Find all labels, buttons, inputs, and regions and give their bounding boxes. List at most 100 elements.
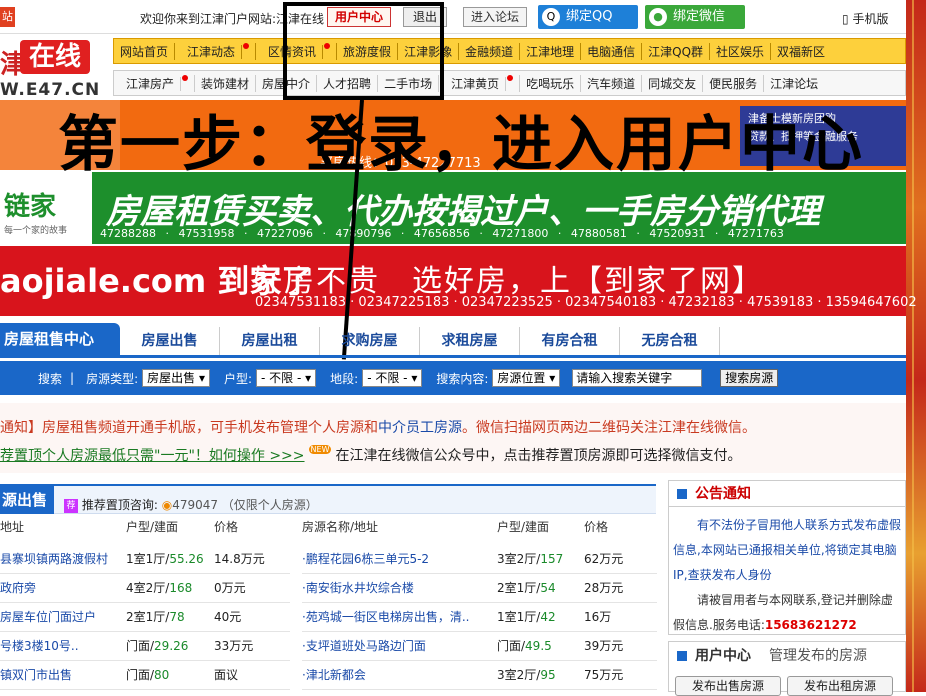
mobile-version-link[interactable]: ▯ 手机版 bbox=[842, 10, 888, 27]
type-select[interactable]: 房屋出售 ▾ bbox=[142, 369, 210, 387]
user-center-title: 用户中心 bbox=[695, 648, 751, 664]
banner-title: 房屋租赁买卖、代办按揭过户、一手房分销代理 bbox=[106, 192, 820, 232]
tip-qq[interactable]: 479047 （仅限个人房源） bbox=[172, 498, 318, 512]
nav-item[interactable]: 江津地理 bbox=[520, 42, 582, 60]
room-area: 78 bbox=[169, 610, 185, 624]
type-label: 房源类型: bbox=[86, 371, 139, 386]
listing-name[interactable]: ·鹏程花园6栋三单元5-2 bbox=[302, 545, 429, 574]
listing-name[interactable]: 房屋车位门面过户 bbox=[0, 603, 96, 632]
nav-item[interactable]: 江津房产 bbox=[114, 74, 196, 92]
notice-panel: 公告通知 有不法份子冒用他人联系方式发布虚假信息,本网站已通报相关单位,将锁定其… bbox=[668, 480, 906, 635]
listing-name[interactable]: ·津北新都会 bbox=[302, 661, 366, 690]
bind-wechat-button[interactable]: ● 绑定微信 bbox=[645, 5, 745, 29]
notice-text: 通知】房屋租售频道开通手机版，可手机发布管理个人房源和 bbox=[0, 420, 378, 436]
tab-want-buy[interactable]: 求购房屋 bbox=[320, 327, 420, 355]
huxing-select[interactable]: - 不限 - ▾ bbox=[256, 369, 317, 387]
nav-item[interactable]: 电脑通信 bbox=[581, 42, 643, 60]
notice-tel: 15683621272 bbox=[764, 618, 857, 632]
keyword-input[interactable]: 请输入搜索关键字 bbox=[572, 369, 703, 387]
tab-share-none[interactable]: 无房合租 bbox=[620, 327, 720, 355]
tab-sale[interactable]: 房屋出售 bbox=[120, 327, 220, 355]
nav-item[interactable]: 双福新区 bbox=[771, 43, 831, 60]
listing-price: 40元 bbox=[214, 610, 242, 624]
listing-name[interactable]: 政府旁 bbox=[0, 574, 36, 603]
divider: | bbox=[70, 371, 75, 385]
room-area: 55.26 bbox=[169, 552, 204, 566]
nav-item[interactable]: 汽车频道 bbox=[581, 74, 643, 92]
top-bar: 站 欢迎你来到江津门户网站:江津在线 用户中心 退出 进入论坛 Q 绑定QQ ● 绑… bbox=[0, 0, 906, 34]
col-header-room: 户型/建面 bbox=[126, 520, 179, 534]
search-button[interactable]: 搜索房源 bbox=[720, 369, 779, 387]
enter-forum-button[interactable]: 进入论坛 bbox=[463, 7, 527, 27]
listing-header: 源出售 荐 推荐置顶咨询: ◉479047 （仅限个人房源） bbox=[0, 484, 656, 514]
notice-area: 通知】房屋租售频道开通手机版，可手机发布管理个人房源和中介员工房源。微信扫描网页… bbox=[0, 403, 906, 473]
listing-room: 门面/29.26 bbox=[126, 632, 188, 661]
lianjia-logo-sub: 每一个家的故事 bbox=[4, 226, 68, 236]
listing-name[interactable]: ·苑鸡城一街区电梯房出售，清.. bbox=[302, 603, 469, 632]
notice-text1[interactable]: 有不法份子冒用他人联系方式发布虚假信息,本网站已通报相关单位,将锁定其电脑IP,… bbox=[673, 513, 901, 588]
district-select[interactable]: - 不限 - ▾ bbox=[362, 369, 423, 387]
nav-item[interactable]: 社区娱乐 bbox=[710, 42, 772, 60]
listing-price: 0万元 bbox=[214, 581, 246, 595]
notice-text: 。微信扫描网页两边二维码关注江津在线微信。 bbox=[462, 420, 756, 436]
nav-item[interactable]: 江津黄页 bbox=[439, 74, 521, 92]
listing-name[interactable]: ·南安街水井坎综合楼 bbox=[302, 574, 414, 603]
col-header-price: 价格 bbox=[214, 520, 239, 534]
listing-room: 4室2厅/168 bbox=[126, 574, 192, 603]
bind-qq-button[interactable]: Q 绑定QQ bbox=[538, 5, 638, 29]
room-type: 3室2厅/ bbox=[497, 668, 541, 682]
col-header-price: 价格 bbox=[584, 520, 609, 534]
room-area: 80 bbox=[154, 668, 170, 682]
content-select[interactable]: 房源位置 ▾ bbox=[492, 369, 561, 387]
tab-rent[interactable]: 房屋出租 bbox=[220, 327, 320, 355]
agent-link[interactable]: 中介员工房源 bbox=[378, 420, 462, 436]
listing-name[interactable]: 号楼3楼10号.. bbox=[0, 632, 79, 661]
district-value: - 不限 - bbox=[367, 371, 408, 385]
promote-link[interactable]: 荐置顶个人房源最低只需"一元"！如何操作 >>> bbox=[0, 448, 305, 464]
room-type: 3室2厅/ bbox=[497, 552, 541, 566]
nav-item[interactable]: 金融频道 bbox=[459, 42, 521, 60]
tip-text: 推荐置顶咨询: bbox=[81, 498, 158, 512]
nav-item[interactable]: 便民服务 bbox=[703, 74, 765, 92]
nav-item[interactable]: 江津论坛 bbox=[764, 75, 824, 92]
listing-price: 33万元 bbox=[214, 639, 254, 653]
listing-name[interactable]: 镇双门市出售 bbox=[0, 661, 72, 690]
manage-link[interactable]: 管理发布的房源 bbox=[769, 648, 867, 664]
highlight-box bbox=[283, 2, 444, 100]
tab-want-rent[interactable]: 求租房屋 bbox=[420, 327, 520, 355]
banner-phones: 02347531183 · 02347225183 · 02347223525 … bbox=[255, 295, 917, 310]
nav-item[interactable]: 吃喝玩乐 bbox=[520, 74, 582, 92]
room-type: 4室2厅/ bbox=[126, 581, 170, 595]
user-center-panel: 用户中心 管理发布的房源 发布出售房源 发布出租房源 bbox=[668, 641, 906, 696]
room-area: 42 bbox=[540, 610, 556, 624]
room-area: 54 bbox=[540, 581, 556, 595]
site-badge[interactable]: 站 bbox=[0, 7, 15, 27]
listing-room: 门面/80 bbox=[126, 661, 169, 690]
nav-item[interactable]: 江津动态 bbox=[175, 42, 257, 60]
tab-share-has[interactable]: 有房合租 bbox=[520, 327, 620, 355]
listing-name[interactable]: 县寨坝镇两路渡假村 bbox=[0, 545, 108, 574]
house-tabs: 房屋租售中心 房屋出售 房屋出租 求购房屋 求租房屋 有房合租 无房合租 bbox=[0, 323, 906, 358]
notice-line-2: 荐置顶个人房源最低只需"一元"！如何操作 >>> NEW 在江津在线微信公众号中，点… bbox=[0, 445, 741, 465]
notice-title: 公告通知 bbox=[695, 486, 751, 502]
nav-item[interactable]: 装饰建材 bbox=[195, 74, 257, 92]
room-type: 1室1厅/ bbox=[126, 552, 170, 566]
banner-ad-3[interactable]: aojiale.com 到家了 好房不贵 选好房，上【到家了网】 0234753… bbox=[0, 246, 917, 316]
listing-name[interactable]: ·支坪道班处马路边门面 bbox=[302, 632, 426, 661]
publish-sale-button[interactable]: 发布出售房源 bbox=[675, 676, 781, 696]
banner-phones: 47288288 · 47531958 · 47227096 · 4789079… bbox=[100, 227, 784, 240]
nav-item[interactable]: 网站首页 bbox=[114, 42, 176, 60]
lianjia-logo-text: 链家 bbox=[4, 192, 57, 222]
listing-price: 16万 bbox=[584, 610, 612, 624]
room-area: 29.26 bbox=[154, 639, 189, 653]
nav-item[interactable]: 江津QQ群 bbox=[642, 42, 711, 60]
site-logo[interactable]: 津 在线 W.E47.CN bbox=[0, 34, 112, 100]
nav-item[interactable]: 同城交友 bbox=[642, 74, 704, 92]
tab-house-center[interactable]: 房屋租售中心 bbox=[0, 323, 120, 355]
instruction-overlay: 第一步：登录，进入用户中心 bbox=[58, 110, 864, 180]
publish-buttons: 发布出售房源 发布出租房源 bbox=[675, 676, 899, 696]
publish-rent-button[interactable]: 发布出租房源 bbox=[787, 676, 893, 696]
nav-item-label: 江津房产 bbox=[120, 76, 182, 91]
banner-slogan: 好房不贵 选好房，上【到家了网】 bbox=[252, 264, 764, 299]
col-header-address: 地址 bbox=[0, 520, 25, 534]
